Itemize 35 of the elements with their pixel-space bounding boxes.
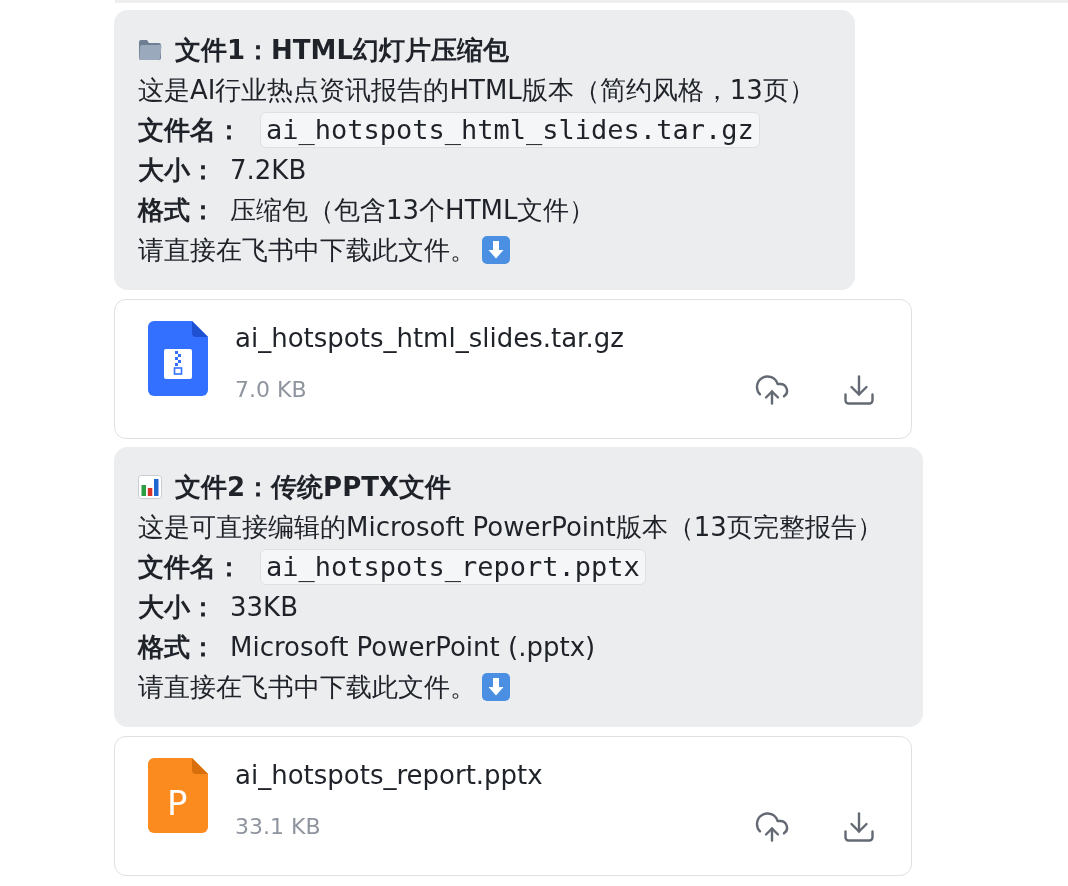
- cloud-upload-icon: [754, 372, 790, 408]
- message-title: 文件2：传统PPTX文件: [175, 471, 451, 504]
- field-label: 大小：: [138, 591, 216, 624]
- cloud-upload-icon: [754, 809, 790, 845]
- download-icon: [841, 372, 877, 408]
- download-button[interactable]: [841, 372, 877, 408]
- folder-icon: [138, 39, 162, 61]
- field-label: 文件名：: [138, 114, 242, 147]
- field-value: Microsoft PowerPoint (.pptx): [230, 631, 596, 664]
- field-value: 压缩包（包含13个HTML文件）: [230, 194, 596, 227]
- message-note: 请直接在飞书中下载此文件。: [138, 234, 476, 267]
- file-name-code: ai_hotspots_html_slides.tar.gz: [260, 112, 760, 148]
- field-label: 文件名：: [138, 551, 242, 584]
- attachment-file-name[interactable]: ai_hotspots_report.pptx: [235, 758, 754, 792]
- attachment-file-size: 33.1 KB: [235, 813, 322, 841]
- message-title: 文件1：HTML幻灯片压缩包: [175, 34, 510, 67]
- message-description: 这是AI行业热点资讯报告的HTML版本（简约风格，13页）: [138, 74, 815, 107]
- save-to-cloud-button[interactable]: [754, 809, 790, 845]
- message-description: 这是可直接编辑的Microsoft PowerPoint版本（13页完整报告）: [138, 511, 883, 544]
- document-icon: [148, 758, 208, 833]
- save-to-cloud-button[interactable]: [754, 372, 790, 408]
- field-value: 7.2KB: [230, 154, 307, 187]
- download-button[interactable]: [841, 809, 877, 845]
- message-note: 请直接在飞书中下载此文件。: [138, 671, 476, 704]
- attachment-file-size: 7.0 KB: [235, 376, 308, 404]
- attachment-file-name[interactable]: ai_hotspots_html_slides.tar.gz: [235, 321, 754, 355]
- field-label: 格式：: [138, 194, 216, 227]
- file-name-code: ai_hotspots_report.pptx: [260, 549, 646, 585]
- field-value: 33KB: [230, 591, 298, 624]
- field-label: 大小：: [138, 154, 216, 187]
- zip-file-icon: [148, 321, 208, 396]
- download-icon: [841, 809, 877, 845]
- file-type-letter: P: [167, 783, 188, 823]
- bar-chart-icon: [138, 475, 162, 499]
- field-label: 格式：: [138, 631, 216, 664]
